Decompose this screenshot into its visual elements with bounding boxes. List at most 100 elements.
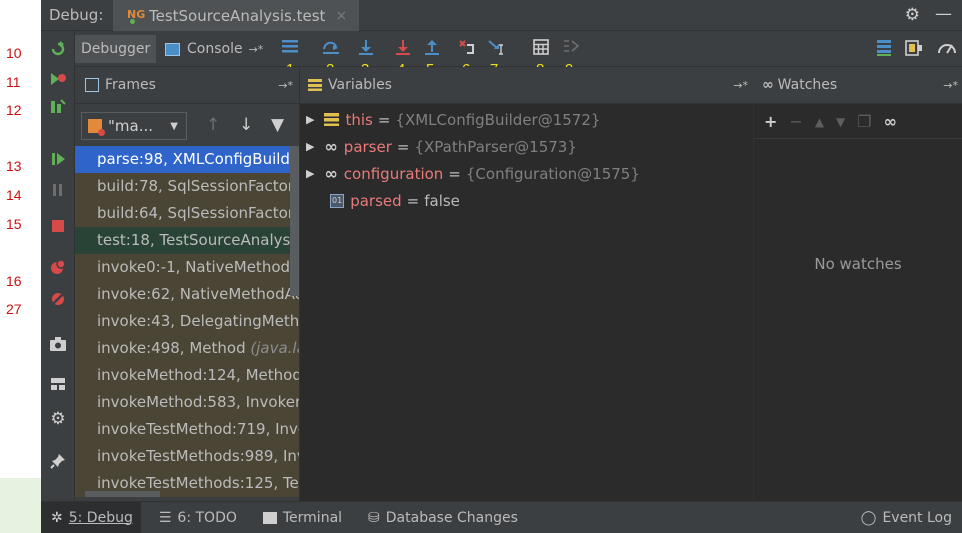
reference-icon: ∞ [324,137,338,156]
frame-package: (java.lang.reflect) [250,339,299,357]
run-config-title: TestSourceAnalysis.test [149,6,326,25]
terminal-tool-button[interactable]: Terminal [255,502,350,533]
watches-pin-icon[interactable]: →* [943,79,958,92]
frame-label: test:18, TestSourceAnalysis [97,231,299,249]
database-changes-tool-button[interactable]: ⛁ Database Changes [360,502,526,533]
margin-number: 16 [6,273,22,289]
expand-arrow-icon[interactable]: ▶ [306,113,314,126]
frames-icon [85,78,99,92]
margin-bottom-block [0,478,41,533]
frame-label: build:78, SqlSessionFactoryBuilder [97,177,299,195]
variable-equals: = [377,110,391,129]
todo-list-icon: ☰ [158,509,172,526]
step-into-icon[interactable] [356,39,376,57]
toggle-auto-test-icon[interactable] [48,97,68,117]
step-out-icon[interactable] [422,39,442,57]
console-pin-icon[interactable]: →* [249,43,264,56]
show-watches-icon[interactable]: ∞ [884,112,897,131]
frame-row[interactable]: invoke0:-1, NativeMethodAccessorImpl [75,254,299,281]
pin-icon[interactable] [48,451,68,471]
force-step-into-icon[interactable] [393,39,413,57]
camera-icon[interactable] [48,334,68,354]
frame-row[interactable]: invokeTestMethods:989, Invoker [75,443,299,470]
event-log-tool-button[interactable]: ◯ Event Log [853,502,960,533]
variable-row[interactable]: ▶ ∞ configuration = {Configuration@1575} [306,160,640,187]
evaluate-expression-icon[interactable] [531,39,551,57]
tab-console[interactable]: Console →* [165,35,263,63]
move-up-icon[interactable]: ▲ [815,115,824,129]
memory-view-icon[interactable] [904,39,924,57]
frame-label: invokeMethod:124, MethodUtils [97,366,299,384]
frame-label: invoke:62, NativeMethodAccessorImpl [97,285,299,303]
drop-frame-icon[interactable] [457,39,477,57]
minimize-icon[interactable]: — [935,4,952,24]
duplicate-watch-icon[interactable]: ❐ [857,112,871,131]
frames-pin-icon[interactable]: →* [278,79,293,92]
expand-arrow-icon[interactable]: ▶ [306,167,314,180]
close-tab-icon[interactable]: × [335,8,347,24]
debug-tool-button[interactable]: ✲ 5: Debug [41,501,141,533]
thread-selector[interactable]: "ma... ▼ [81,112,187,140]
frame-row[interactable]: build:64, SqlSessionFactoryBuilder [75,200,299,227]
variable-name: this [345,110,373,129]
variable-row[interactable]: 01 parsed = false [330,187,460,214]
frame-label: invoke:43, DelegatingMethodAccessorImpl [97,312,299,330]
margin-number: 13 [6,158,22,174]
mute-breakpoints-icon[interactable] [48,289,68,309]
todo-tool-button[interactable]: ☰ 6: TODO [151,502,245,533]
variables-icon [308,79,322,91]
move-down-icon[interactable]: ▼ [836,115,845,129]
rerun-failed-icon[interactable] [48,69,68,89]
run-to-cursor-icon[interactable] [487,39,507,57]
frame-label: invokeTestMethods:125, TestMethodWorker [97,474,299,492]
frame-row[interactable]: invokeMethod:124, MethodUtils [75,362,299,389]
show-execution-point-icon[interactable] [280,39,300,57]
variable-row[interactable]: ▶ ∞ parser = {XPathParser@1573} [306,133,577,160]
frame-row[interactable]: build:78, SqlSessionFactoryBuilder [75,173,299,200]
frame-row[interactable]: invoke:498, Method (java.lang.reflect) [75,335,299,362]
margin-number: 11 [6,74,21,90]
frame-row[interactable]: invoke:62, NativeMethodAccessorImpl [75,281,299,308]
variable-value: {XPathParser@1573} [414,137,577,156]
coverage-icon[interactable] [874,39,894,57]
no-watches-text: No watches [814,255,902,273]
variables-pin-icon[interactable]: →* [733,79,748,92]
frames-header: Frames →* [75,67,299,104]
stop-icon[interactable] [48,216,68,236]
expand-arrow-icon[interactable]: ▶ [306,140,314,153]
frames-h-scrollbar[interactable] [85,491,160,497]
settings-icon[interactable]: ⚙ [48,409,68,429]
frame-row[interactable]: invokeTestMethod:719, Invoker [75,416,299,443]
variable-name: configuration [343,164,444,183]
frame-row[interactable]: invokeMethod:583, InvokerHelper [75,389,299,416]
debug-title-bar: Debug: NG TestSourceAnalysis.test × ⚙ — [41,0,962,31]
ide-window: Debug: NG TestSourceAnalysis.test × ⚙ — [41,0,962,533]
run-config-tab[interactable]: NG TestSourceAnalysis.test × [113,0,359,31]
gear-icon[interactable]: ⚙ [905,5,920,25]
resume-program-icon[interactable] [48,149,68,169]
previous-frame-icon[interactable]: ↑ [206,115,220,135]
tab-debugger[interactable]: Debugger [75,35,157,63]
frame-row[interactable]: parse:98, XMLConfigBuilder [75,146,299,173]
variable-value: {Configuration@1575} [465,164,640,183]
rerun-icon[interactable] [48,39,68,59]
filter-icon[interactable]: ▼ [271,115,284,135]
frame-row[interactable]: invoke:43, DelegatingMethodAccessorImpl [75,308,299,335]
testng-icon: NG [127,8,145,24]
pause-program-icon[interactable] [48,180,68,200]
step-over-icon[interactable] [321,39,341,57]
next-frame-icon[interactable]: ↓ [239,115,253,135]
profiler-icon[interactable] [937,39,957,57]
trace-stream-icon[interactable] [561,39,581,57]
frames-scrollbar[interactable] [290,146,299,296]
restore-layout-icon[interactable] [48,374,68,394]
frame-label: parse:98, XMLConfigBuilder [97,150,299,168]
add-watch-icon[interactable]: + [764,112,777,131]
watches-panel: ∞ Watches →* + − ▲ ▼ ❐ ∞ No watches [754,67,962,501]
frame-row[interactable]: test:18, TestSourceAnalysis [75,227,299,254]
variables-header: Variables →* [300,67,754,104]
debug-left-toolbar: ⚙ [41,31,75,501]
remove-watch-icon[interactable]: − [789,112,802,131]
view-breakpoints-icon[interactable] [48,257,68,277]
variable-row[interactable]: ▶ this = {XMLConfigBuilder@1572} [306,106,600,133]
